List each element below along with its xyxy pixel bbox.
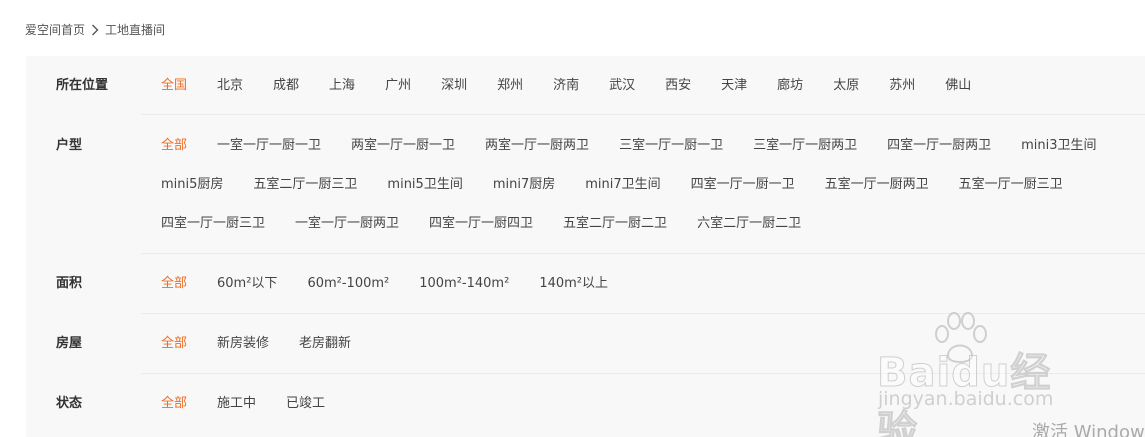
filter-option-location[interactable]: 上海 bbox=[329, 77, 355, 95]
filter-label-status: 状态 bbox=[56, 396, 83, 411]
filter-option-location[interactable]: 济南 bbox=[553, 77, 579, 95]
filter-divider bbox=[141, 373, 1145, 374]
filter-divider bbox=[141, 114, 1145, 115]
filter-option-layout[interactable]: 五室二厅一厨三卫 bbox=[253, 176, 357, 194]
filter-label-location: 所在位置 bbox=[56, 78, 109, 93]
filter-option-location[interactable]: 武汉 bbox=[609, 77, 635, 95]
filter-option-layout[interactable]: 四室一厅一厨四卫 bbox=[429, 215, 533, 233]
filter-option-location[interactable]: 深圳 bbox=[441, 77, 467, 95]
filter-option-layout[interactable]: 三室一厅一厨一卫 bbox=[619, 137, 723, 155]
filter-option-house[interactable]: 老房翻新 bbox=[299, 335, 351, 353]
filter-panel: 所在位置 全国 北京 成都 上海 广州 深圳 郑州 济南 武汉 西安 天津 廊坊 太原 苏州 佛山 户型 全… bbox=[26, 56, 1145, 437]
filter-divider bbox=[141, 313, 1145, 314]
filter-option-area[interactable]: 140m²以上 bbox=[539, 275, 608, 293]
filter-option-status[interactable]: 已竣工 bbox=[286, 395, 325, 413]
filter-option-layout[interactable]: mini7卫生间 bbox=[585, 176, 660, 194]
filter-option-layout[interactable]: 全部 bbox=[161, 137, 187, 155]
filter-option-layout[interactable]: 六室二厅一厨二卫 bbox=[697, 215, 801, 233]
filter-option-location[interactable]: 全国 bbox=[161, 77, 187, 95]
filter-option-area[interactable]: 全部 bbox=[161, 275, 187, 293]
filter-label-house: 房屋 bbox=[56, 336, 83, 351]
breadcrumb-current: 工地直播间 bbox=[105, 23, 166, 37]
filter-option-layout[interactable]: 三室一厅一厨两卫 bbox=[753, 137, 857, 155]
filter-option-layout[interactable]: mini7厨房 bbox=[493, 176, 555, 194]
filter-options-status: 全部 施工中 已竣工 bbox=[161, 395, 1145, 413]
filter-option-layout[interactable]: 四室一厅一厨两卫 bbox=[887, 137, 991, 155]
filter-label-layout: 户型 bbox=[56, 138, 83, 153]
filter-options-house: 全部 新房装修 老房翻新 bbox=[161, 335, 1145, 353]
filter-option-status[interactable]: 全部 bbox=[161, 395, 187, 413]
filter-option-layout[interactable]: 一室一厅一厨两卫 bbox=[295, 215, 399, 233]
filter-option-location[interactable]: 苏州 bbox=[889, 77, 915, 95]
filter-option-layout[interactable]: 两室一厅一厨两卫 bbox=[485, 137, 589, 155]
breadcrumb-home-link[interactable]: 爱空间首页 bbox=[25, 21, 85, 38]
page: 爱空间首页 工地直播间 所在位置 全国 北京 成都 上海 广州 深圳 郑州 济南 武汉 西安 天津 廊… bbox=[0, 0, 1145, 437]
filter-option-area[interactable]: 100m²-140m² bbox=[419, 275, 509, 293]
filter-option-location[interactable]: 太原 bbox=[833, 77, 859, 95]
filter-option-status[interactable]: 施工中 bbox=[217, 395, 256, 413]
filter-option-layout[interactable]: 五室二厅一厨二卫 bbox=[563, 215, 667, 233]
filter-option-layout[interactable]: 四室一厅一厨一卫 bbox=[691, 176, 795, 194]
filter-option-location[interactable]: 郑州 bbox=[497, 77, 523, 95]
filter-option-location[interactable]: 廊坊 bbox=[777, 77, 803, 95]
breadcrumb: 爱空间首页 工地直播间 bbox=[25, 21, 165, 38]
filter-option-location[interactable]: 广州 bbox=[385, 77, 411, 95]
filter-option-layout[interactable]: mini5卫生间 bbox=[387, 176, 462, 194]
filter-option-location[interactable]: 成都 bbox=[273, 77, 299, 95]
filter-options-location: 全国 北京 成都 上海 广州 深圳 郑州 济南 武汉 西安 天津 廊坊 太原 苏州 佛山 bbox=[161, 77, 1145, 95]
filter-option-layout[interactable]: 两室一厅一厨一卫 bbox=[351, 137, 455, 155]
filter-option-layout[interactable]: 五室一厅一厨三卫 bbox=[959, 176, 1063, 194]
filter-options-area: 全部 60m²以下 60m²-100m² 100m²-140m² 140m²以上 bbox=[161, 275, 1145, 293]
filter-options-layout: 全部 一室一厅一厨一卫 两室一厅一厨一卫 两室一厅一厨两卫 三室一厅一厨一卫 三室一厅一厨… bbox=[161, 137, 1145, 233]
filter-option-layout[interactable]: 五室一厅一厨两卫 bbox=[825, 176, 929, 194]
filter-option-house[interactable]: 新房装修 bbox=[217, 335, 269, 353]
filter-option-location[interactable]: 天津 bbox=[721, 77, 747, 95]
filter-label-area: 面积 bbox=[56, 276, 83, 291]
filter-option-house[interactable]: 全部 bbox=[161, 335, 187, 353]
activate-windows-text: 激活 Windows bbox=[1032, 422, 1145, 437]
filter-option-location[interactable]: 西安 bbox=[665, 77, 691, 95]
filter-option-area[interactable]: 60m²以下 bbox=[217, 275, 277, 293]
filter-option-layout[interactable]: mini3卫生间 bbox=[1021, 137, 1096, 155]
filter-divider bbox=[141, 253, 1145, 254]
filter-option-layout[interactable]: mini5厨房 bbox=[161, 176, 223, 194]
filter-option-layout[interactable]: 一室一厅一厨一卫 bbox=[217, 137, 321, 155]
filter-option-area[interactable]: 60m²-100m² bbox=[307, 275, 389, 293]
chevron-right-icon bbox=[89, 22, 101, 38]
filter-option-layout[interactable]: 四室一厅一厨三卫 bbox=[161, 215, 265, 233]
filter-option-location[interactable]: 北京 bbox=[217, 77, 243, 95]
filter-option-location[interactable]: 佛山 bbox=[945, 77, 971, 95]
